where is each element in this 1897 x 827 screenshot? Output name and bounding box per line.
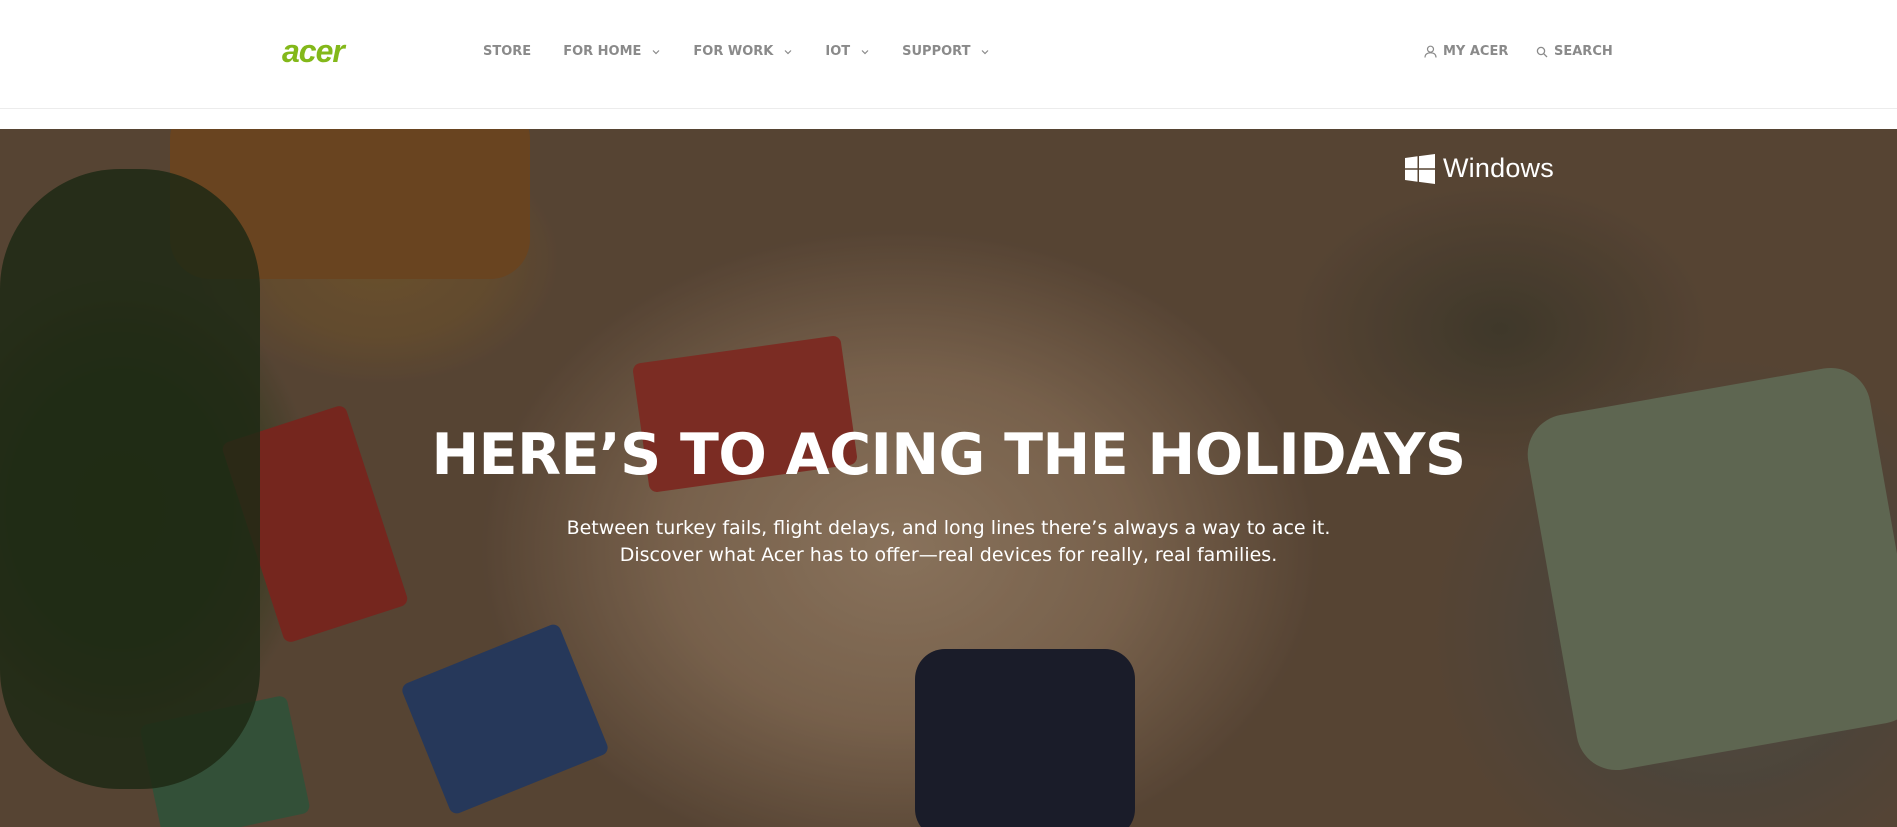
gift-box-decor: [399, 622, 611, 816]
chevron-down-icon: [982, 49, 989, 54]
hero-subtext-line2: Discover what Acer has to offer—real dev…: [619, 544, 1278, 566]
person-decor: [915, 649, 1135, 827]
search-icon: [1536, 46, 1548, 57]
nav-item-for-home[interactable]: FOR HOME: [563, 44, 661, 59]
nav-item-label: STORE: [483, 44, 532, 59]
chevron-down-icon: [652, 49, 660, 54]
holiday-hero-banner: Windows HERE’S TO ACING THE HOLIDAYS Bet…: [0, 129, 1897, 827]
chevron-down-icon: [784, 49, 792, 54]
main-nav: STORE FOR HOME FOR WORK IOT SUPPORT: [483, 44, 1022, 59]
my-acer-link[interactable]: MY ACER: [1424, 44, 1508, 59]
sofa-decor: [170, 129, 530, 279]
nav-item-label: FOR HOME: [563, 44, 642, 59]
windows-logo-text: Windows: [1443, 153, 1554, 183]
nav-item-support[interactable]: SUPPORT: [902, 44, 990, 59]
windows-partner-logo: Windows: [1405, 153, 1554, 184]
nav-item-iot[interactable]: IOT: [825, 44, 870, 59]
chevron-down-icon: [861, 49, 869, 54]
windows-logo-icon: [1405, 153, 1435, 184]
my-acer-label: MY ACER: [1443, 44, 1509, 59]
nav-item-label: IOT: [825, 44, 851, 59]
search-link[interactable]: SEARCH: [1536, 44, 1613, 59]
search-label: SEARCH: [1554, 44, 1613, 59]
site-header: acer STORE FOR HOME FOR WORK IOT SUPPORT…: [0, 0, 1897, 109]
hero-headline: HERE’S TO ACING THE HOLIDAYS: [431, 422, 1466, 488]
nav-item-label: FOR WORK: [693, 44, 774, 59]
nav-item-store[interactable]: STORE: [483, 44, 531, 59]
acer-logo[interactable]: acer: [282, 35, 345, 67]
hero-subtext-line1: Between turkey fails, flight delays, and…: [566, 517, 1331, 539]
user-icon: [1424, 45, 1437, 58]
nav-item-for-work[interactable]: FOR WORK: [693, 44, 793, 59]
gift-box-decor: [139, 694, 311, 827]
nav-item-label: SUPPORT: [902, 44, 971, 59]
